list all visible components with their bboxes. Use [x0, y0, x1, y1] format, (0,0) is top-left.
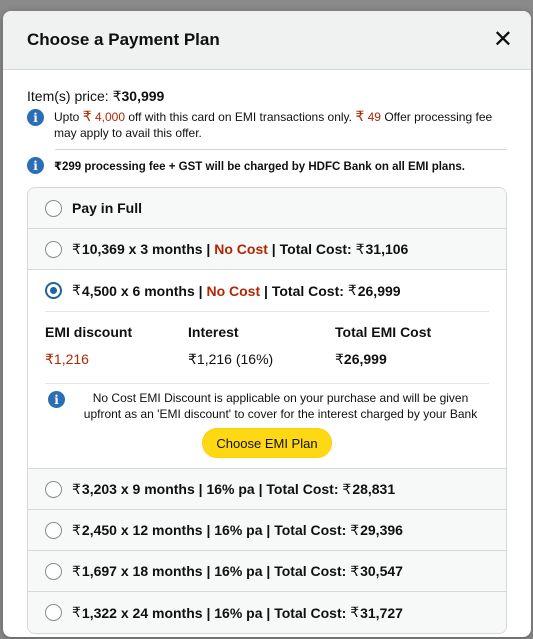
payment-plan-modal: Choose a Payment Plan ✕ Item(s) price: ₹…: [3, 11, 531, 637]
total-emi-label: Total EMI Cost: [335, 324, 432, 340]
interest-value: ₹1,216 (16%): [188, 351, 274, 367]
item-price-amount: 30,999: [121, 88, 165, 104]
processing-fee-notice: i ₹299 processing fee + GST will be char…: [27, 157, 507, 174]
total-emi-value: ₹26,999: [335, 351, 387, 367]
plan-9-months[interactable]: ₹3,203 x 9 months | 16% pa | Total Cost:…: [28, 469, 506, 510]
card-offer: i Upto ₹ 4,000 off with this card on EMI…: [27, 108, 507, 141]
emi-discount-value: ₹1,216: [45, 351, 89, 367]
no-cost-label: No Cost: [214, 241, 268, 257]
choose-emi-plan-button[interactable]: Choose EMI Plan: [202, 428, 332, 458]
plan-list: Pay in Full ₹10,369 x 3 months | No Cost…: [27, 187, 507, 634]
radio-button[interactable]: [45, 562, 62, 580]
radio-button[interactable]: [45, 604, 62, 621]
no-cost-emi-note: i No Cost EMI Discount is applicable on …: [28, 384, 506, 422]
plan-6-months[interactable]: ₹4,500 x 6 months | No Cost | Total Cost…: [28, 270, 506, 311]
item-price-currency: ₹: [112, 88, 122, 104]
info-icon: i: [48, 391, 65, 408]
emi-discount-column: EMI discount ₹1,216: [45, 324, 188, 369]
selected-plan-block: ₹4,500 x 6 months | No Cost | Total Cost…: [28, 270, 506, 469]
emi-discount-label: EMI discount: [45, 324, 133, 340]
modal-content: Item(s) price: ₹30,999 i Upto ₹ 4,000 of…: [3, 70, 531, 634]
interest-label: Interest: [188, 324, 239, 340]
total-emi-column: Total EMI Cost ₹26,999: [335, 324, 485, 369]
modal-title: Choose a Payment Plan: [27, 30, 220, 49]
close-icon[interactable]: ✕: [493, 28, 513, 52]
no-cost-label: No Cost: [206, 282, 261, 299]
radio-button[interactable]: [45, 521, 62, 539]
info-icon: i: [27, 157, 44, 174]
radio-button[interactable]: [45, 199, 62, 217]
plan-3-months[interactable]: ₹10,369 x 3 months | No Cost | Total Cos…: [28, 229, 506, 270]
processing-fee-text: ₹299 processing fee + GST will be charge…: [54, 160, 465, 173]
plan-18-months[interactable]: ₹1,697 x 18 months | 16% pa | Total Cost…: [28, 551, 506, 592]
plan-24-months[interactable]: ₹1,322 x 24 months | 16% pa | Total Cost…: [28, 592, 506, 633]
plan-12-months[interactable]: ₹2,450 x 12 months | 16% pa | Total Cost…: [28, 510, 506, 551]
emi-breakdown: EMI discount ₹1,216 Interest ₹1,216 (16%…: [28, 312, 506, 369]
plan-pay-in-full[interactable]: Pay in Full: [28, 188, 506, 229]
modal-header: Choose a Payment Plan ✕: [3, 11, 531, 70]
divider: [55, 149, 507, 150]
item-price: Item(s) price: ₹30,999: [27, 88, 507, 105]
item-price-label: Item(s) price:: [27, 88, 109, 104]
no-cost-emi-note-text: No Cost EMI Discount is applicable on yo…: [83, 391, 478, 421]
info-icon: i: [27, 109, 44, 126]
radio-button[interactable]: [45, 480, 62, 498]
radio-button-checked[interactable]: [45, 282, 62, 299]
plan-label: Pay in Full: [72, 200, 143, 216]
interest-column: Interest ₹1,216 (16%): [188, 324, 335, 369]
card-offer-text: Upto ₹ 4,000 off with this card on EMI t…: [54, 108, 493, 140]
radio-button[interactable]: [45, 240, 62, 258]
